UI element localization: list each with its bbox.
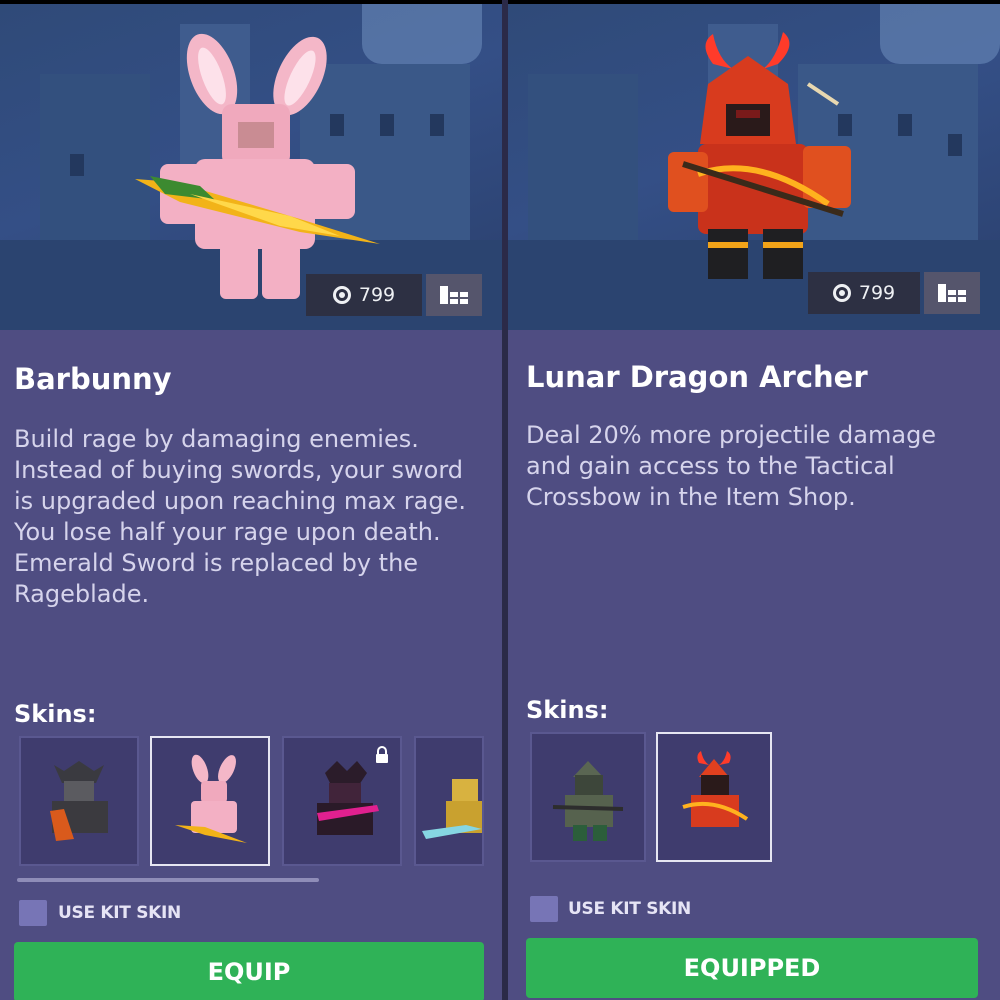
price-value: 799 [358, 284, 396, 306]
price-display: 799 [306, 274, 422, 316]
gift-button[interactable] [426, 274, 482, 316]
gift-icon [440, 286, 468, 304]
skin-preview-magenta-demon [317, 761, 379, 835]
kit-card-lunar-dragon-archer: 799 Lunar Dragon Archer Deal 20% more pr… [508, 4, 1000, 1000]
skin-preview-red-dragon-archer [682, 751, 749, 827]
skins-label: Skins: [14, 700, 97, 728]
skin-tile-magenta-demon[interactable] [282, 736, 402, 866]
kit-title: Barbunny [14, 362, 172, 396]
skin-tile-gold[interactable] [414, 736, 484, 866]
kit-description: Deal 20% more projectile damage and gain… [526, 421, 937, 511]
kit-description: Build rage by damaging enemies. Instead … [14, 425, 466, 608]
price-value: 799 [858, 282, 896, 304]
coin-icon [832, 284, 851, 302]
kit-banner: 799 [508, 4, 1000, 330]
skin-preview-green-archer [552, 761, 624, 841]
skin-tile-green-archer[interactable] [530, 732, 646, 862]
use-kit-skin-checkbox[interactable] [19, 900, 47, 926]
equip-button[interactable]: EQUIP [14, 942, 484, 1000]
gift-icon [938, 284, 966, 302]
skin-tile-pink-bunny[interactable] [150, 736, 270, 866]
skin-preview-gold [422, 779, 482, 839]
use-kit-skin-checkbox[interactable] [530, 896, 558, 922]
skins-label: Skins: [526, 696, 609, 724]
skin-tile-dark-warrior[interactable] [19, 736, 139, 866]
skin-preview-pink-bunny [175, 754, 247, 843]
kit-card-barbunny: 799 Barbunny Build rage by damaging enem… [0, 4, 502, 1000]
kit-banner: 799 [0, 4, 502, 330]
gift-button[interactable] [924, 272, 980, 314]
use-kit-skin-label: USE KIT SKIN [58, 903, 181, 923]
skin-preview-dark-warrior [50, 761, 108, 841]
lock-icon [376, 746, 388, 763]
equipped-button[interactable]: EQUIPPED [526, 938, 978, 998]
coin-icon [332, 286, 351, 304]
price-display: 799 [808, 272, 920, 314]
use-kit-skin-label: USE KIT SKIN [568, 899, 691, 919]
skins-scrollbar[interactable] [17, 878, 319, 882]
kit-title: Lunar Dragon Archer [526, 360, 868, 394]
skin-tile-red-dragon-archer[interactable] [656, 732, 772, 862]
